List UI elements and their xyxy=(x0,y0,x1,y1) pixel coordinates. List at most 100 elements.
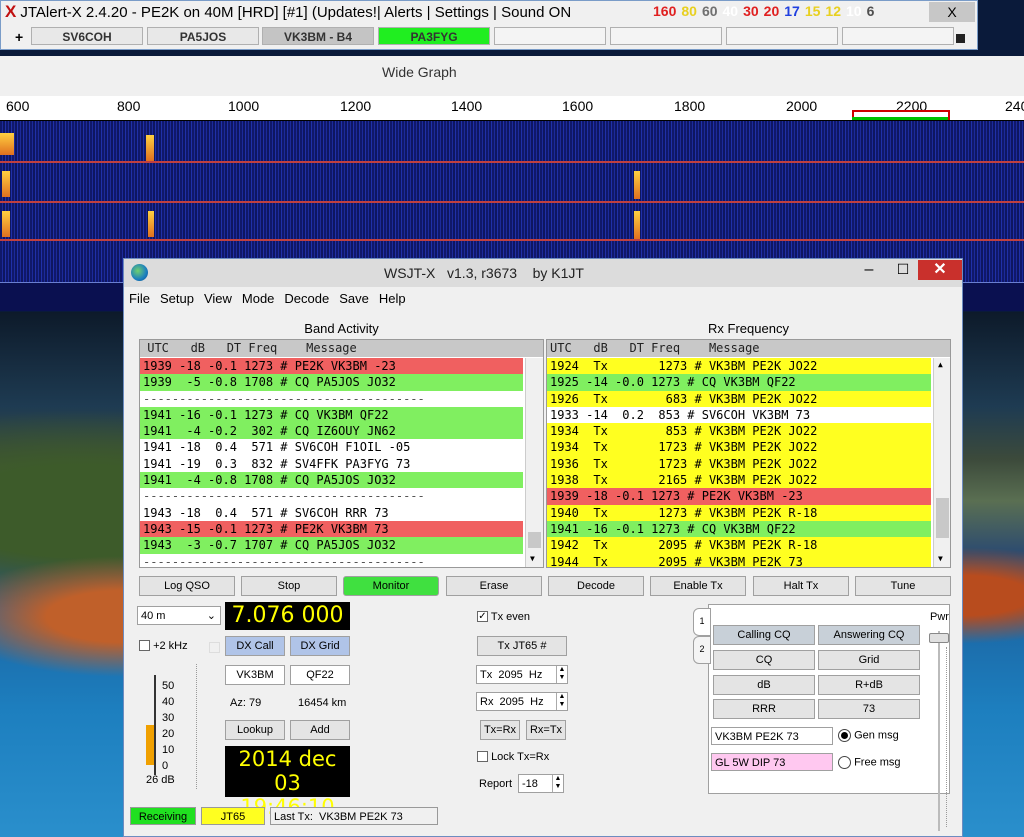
dx-call-field[interactable]: VK3BM xyxy=(225,665,285,685)
add-button[interactable]: Add xyxy=(290,720,350,740)
tx-even-checkbox[interactable]: ✓ Tx even xyxy=(477,610,530,623)
rx-frequency-list[interactable]: UTC dB DT Freq Message 1924 Tx 1273 # VK… xyxy=(546,339,951,568)
decode-row[interactable]: 1941 -16 -0.1 1273 # CQ VK3BM QF22 xyxy=(140,406,523,424)
erase-button[interactable]: Erase xyxy=(446,576,542,596)
rx-frequency-spinbox[interactable]: Rx 2095 Hz ▲ ▼ xyxy=(476,692,568,711)
close-icon[interactable]: ✕ xyxy=(918,260,962,280)
spin-arrows-icon[interactable]: ▲ ▼ xyxy=(552,775,563,792)
db-button[interactable]: dB xyxy=(713,675,815,695)
meter-slider-track[interactable] xyxy=(196,664,205,789)
decode-row[interactable]: 1942 Tx 2095 # VK3BM PE2K R-18 xyxy=(547,537,931,554)
halt-tx-button[interactable]: Halt Tx xyxy=(753,576,849,596)
checkbox-checked-icon[interactable]: ✓ xyxy=(477,610,488,622)
separator-row[interactable]: --------------------------------------- xyxy=(140,488,523,505)
separator-row[interactable]: --------------------------------------- xyxy=(140,553,523,567)
decode-row[interactable]: 1938 Tx 2165 # VK3BM PE2K JO22 xyxy=(547,472,931,489)
free-message-field[interactable]: GL 5W DIP 73 xyxy=(711,753,833,771)
spin-arrows-icon[interactable]: ▲ ▼ xyxy=(556,693,567,710)
rx-eq-tx-button[interactable]: Rx=Tx xyxy=(526,720,566,740)
decode-row[interactable]: 1924 Tx 1273 # VK3BM PE2K JO22 xyxy=(547,358,931,375)
report-spinbox[interactable]: -18 ▲ ▼ xyxy=(518,774,564,793)
callsign-slot[interactable] xyxy=(842,27,954,45)
stop-button[interactable]: Stop xyxy=(241,576,337,596)
jtalert-close-button[interactable]: X xyxy=(929,2,975,22)
jtalert-menu-icon[interactable] xyxy=(956,34,965,43)
answering-cq-button[interactable]: Answering CQ xyxy=(818,625,920,645)
checkbox-icon[interactable] xyxy=(477,750,488,762)
decode-row[interactable]: 1925 -14 -0.0 1273 # CQ VK3BM QF22 xyxy=(547,374,931,391)
generated-message-field[interactable]: VK3BM PE2K 73 xyxy=(711,727,833,745)
decode-row[interactable]: 1933 -14 0.2 853 # SV6COH VK3BM 73 xyxy=(547,406,931,424)
dx-grid-button[interactable]: DX Grid xyxy=(290,636,350,656)
free-msg-radio[interactable]: Free msg xyxy=(838,756,901,769)
plus-2khz-checkbox[interactable]: +2 kHz xyxy=(139,639,188,652)
checkbox-icon[interactable] xyxy=(139,639,150,651)
callsign-slot[interactable]: SV6COH xyxy=(31,27,143,45)
minimize-icon[interactable]: – xyxy=(852,261,886,283)
band-select[interactable]: 40 m ⌄ xyxy=(137,606,221,625)
callsign-slot[interactable]: VK3BM - B4 xyxy=(262,27,374,45)
callsign-slot[interactable]: PA5JOS xyxy=(147,27,259,45)
scrollbar-thumb[interactable] xyxy=(936,498,949,538)
tune-button[interactable]: Tune xyxy=(855,576,951,596)
scroll-up-icon[interactable]: ▲ xyxy=(938,360,943,369)
spin-arrows-icon[interactable]: ▲ ▼ xyxy=(556,666,567,683)
decode-row[interactable]: 1943 -15 -0.1 1273 # PE2K VK3BM 73 xyxy=(140,520,523,538)
log-qso-button[interactable]: Log QSO xyxy=(139,576,235,596)
decode-row[interactable]: 1939 -18 -0.1 1273 # PE2K VK3BM -23 xyxy=(547,488,931,505)
enable-tx-button[interactable]: Enable Tx xyxy=(650,576,746,596)
calling-cq-button[interactable]: Calling CQ xyxy=(713,625,815,645)
grid-button[interactable]: Grid xyxy=(818,650,920,670)
menu-item-view[interactable]: View xyxy=(199,289,237,309)
menu-item-save[interactable]: Save xyxy=(334,289,374,309)
monitor-button[interactable]: Monitor xyxy=(343,576,439,596)
maximize-icon[interactable]: ☐ xyxy=(886,261,920,283)
decode-row[interactable]: 1934 Tx 1723 # VK3BM PE2K JO22 xyxy=(547,439,931,456)
tab-1[interactable]: 1 xyxy=(693,608,711,636)
callsign-slot[interactable]: PA3FYG xyxy=(378,27,490,45)
wsjtx-titlebar[interactable]: WSJT-X v1.3, r3673 by K1JT – ☐ ✕ xyxy=(124,259,962,287)
decode-row[interactable]: 1939 -18 -0.1 1273 # PE2K VK3BM -23 xyxy=(140,358,523,375)
scroll-down-icon[interactable]: ▼ xyxy=(938,554,943,563)
decode-row[interactable]: 1941 -4 -0.8 1708 # CQ PA5JOS JO32 xyxy=(140,472,523,489)
pwr-slider-handle[interactable] xyxy=(929,633,949,643)
radio-selected-icon[interactable] xyxy=(838,729,851,742)
decode-button[interactable]: Decode xyxy=(548,576,644,596)
decode-row[interactable]: 1926 Tx 683 # VK3BM PE2K JO22 xyxy=(547,390,931,407)
tx-eq-rx-button[interactable]: Tx=Rx xyxy=(480,720,520,740)
menu-item-setup[interactable]: Setup xyxy=(155,289,199,309)
band-activity-list[interactable]: UTC dB DT Freq Message 1939 -18 -0.1 127… xyxy=(139,339,544,568)
decode-row[interactable]: 1939 -5 -0.8 1708 # CQ PA5JOS JO32 xyxy=(140,374,523,391)
decode-row[interactable]: 1941 -18 0.4 571 # SV6COH F1OIL -05 xyxy=(140,439,523,456)
lock-checkbox[interactable]: Lock Tx=Rx xyxy=(477,750,549,763)
separator-row[interactable]: --------------------------------------- xyxy=(140,390,523,407)
menu-item-help[interactable]: Help xyxy=(374,289,411,309)
scrollbar-thumb[interactable] xyxy=(528,532,541,548)
jtalert-expand-button[interactable]: + xyxy=(15,29,23,45)
rx-frequency-scrollbar[interactable]: ▲ ▼ xyxy=(933,358,950,567)
callsign-slot[interactable] xyxy=(494,27,606,45)
decode-row[interactable]: 1936 Tx 1723 # VK3BM PE2K JO22 xyxy=(547,455,931,473)
r-plus-db-button[interactable]: R+dB xyxy=(818,675,920,695)
decode-row[interactable]: 1944 Tx 2095 # VK3BM PE2K 73 xyxy=(547,553,931,567)
decode-row[interactable]: 1940 Tx 1273 # VK3BM PE2K R-18 xyxy=(547,504,931,521)
pwr-slider-track[interactable] xyxy=(938,631,940,831)
dx-call-button[interactable]: DX Call xyxy=(225,636,285,656)
jtalert-title[interactable]: X JTAlert-X 2.4.20 - PE2K on 40M [HRD] [#… xyxy=(5,1,571,23)
callsign-slot[interactable] xyxy=(726,27,838,45)
radio-icon[interactable] xyxy=(838,756,851,769)
cq-button[interactable]: CQ xyxy=(713,650,815,670)
lookup-button[interactable]: Lookup xyxy=(225,720,285,740)
decode-row[interactable]: 1941 -16 -0.1 1273 # CQ VK3BM QF22 xyxy=(547,520,931,538)
tx-mode-button[interactable]: Tx JT65 # xyxy=(477,636,567,656)
gen-msg-radio[interactable]: Gen msg xyxy=(838,729,899,742)
decode-row[interactable]: 1934 Tx 853 # VK3BM PE2K JO22 xyxy=(547,423,931,440)
decode-row[interactable]: 1943 -3 -0.7 1707 # CQ PA5JOS JO32 xyxy=(140,537,523,554)
menu-item-file[interactable]: File xyxy=(124,289,155,309)
73-button[interactable]: 73 xyxy=(818,699,920,719)
menu-item-decode[interactable]: Decode xyxy=(279,289,334,309)
menu-item-mode[interactable]: Mode xyxy=(237,289,280,309)
band-activity-scrollbar[interactable]: ▼ xyxy=(525,358,543,567)
tx-frequency-spinbox[interactable]: Tx 2095 Hz ▲ ▼ xyxy=(476,665,568,684)
callsign-slot[interactable] xyxy=(610,27,722,45)
